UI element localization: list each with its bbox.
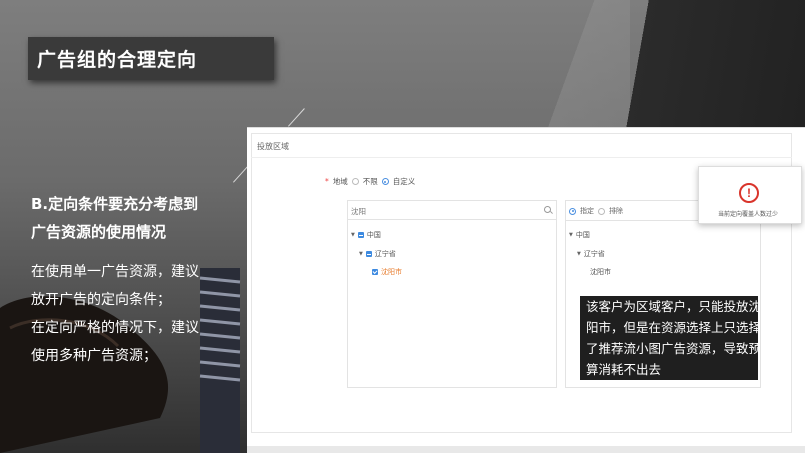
body-line: 在使用单一广告资源，建议 [31,264,199,280]
tree-label: 中国 [575,231,590,239]
radio-exclude[interactable] [598,207,605,215]
coverage-warning-popup: ! 当前定向覆盖人数过少 [698,166,802,224]
checkbox-partial[interactable] [365,251,372,257]
radio-custom[interactable] [381,178,389,185]
search-icon[interactable] [544,206,551,213]
background-dark-shape [604,0,805,130]
caret-down-icon[interactable]: ▼ [359,251,363,257]
radio-include-label: 指定 [580,207,594,215]
panel-header: 投放区域 [257,142,289,151]
tree-label: 沈阳市 [381,268,402,276]
slide-title-box: 广告组的合理定向 [28,37,274,80]
radio-custom-label: 自定义 [392,177,416,186]
tree-item-country[interactable]: ▼ 中国 [351,230,381,240]
caret-down-icon[interactable]: ▼ [569,232,573,238]
body-line: 在定向严格的情况下，建议 [31,320,199,336]
radio-unlimited[interactable] [351,178,359,185]
callout-note: 该客户为区域客户，只能投放沈 阳市，但是在资源选择上只选择 了推荐流小图广告资源… [580,296,758,380]
checkbox-partial[interactable] [357,232,364,238]
slide-title: 广告组的合理定向 [37,49,198,71]
required-mark: * [325,177,329,186]
divider [251,157,792,158]
tree-label: 辽宁省 [374,250,396,258]
tree-item-province[interactable]: ▼ 辽宁省 [359,249,396,259]
radio-unlimited-label: 不限 [362,177,378,186]
tree-label: 中国 [366,231,381,239]
checkbox-checked[interactable] [372,269,378,275]
subhead: B.定向条件要充分考虑到 广告资源的使用情况 [31,190,198,246]
callout-line: 阳市，但是在资源选择上只选择 [586,320,758,335]
selected-province[interactable]: ▼ 辽宁省 [577,249,605,259]
body-line: 放开广告的定向条件； [31,292,171,308]
search-value: 沈阳 [351,207,366,216]
callout-line: 该客户为区域客户，只能投放沈 [586,299,758,314]
warning-text: 当前定向覆盖人数过少 [718,211,779,218]
caret-down-icon[interactable]: ▼ [351,232,355,238]
region-label: 地域 [332,177,348,186]
selected-country[interactable]: ▼ 中国 [569,230,590,240]
body-line: 使用多种广告资源； [31,348,157,364]
include-exclude-toggle: 指定 排除 [569,206,623,216]
region-row: * 地域 不限 自定义 [325,176,415,187]
body-text: 在使用单一广告资源，建议 放开广告的定向条件； 在定向严格的情况下，建议 使用多… [31,258,199,370]
subhead-line: 广告资源的使用情况 [31,223,167,241]
region-selector-left: 沈阳 ▼ 中国 ▼ 辽宁省 沈阳市 [347,200,557,388]
callout-line: 算消耗不出去 [586,362,662,377]
radio-exclude-label: 排除 [609,207,623,215]
selected-city[interactable]: 沈阳市 [590,267,611,277]
region-search-input[interactable]: 沈阳 [348,201,556,220]
exclamation-circle-icon: ! [739,183,759,203]
tree-label: 沈阳市 [590,268,611,276]
radio-include[interactable] [569,207,576,215]
tree-label: 辽宁省 [583,250,605,258]
callout-line: 了推荐流小图广告资源，导致预 [586,341,758,356]
subhead-line: B.定向条件要充分考虑到 [31,195,199,213]
caret-down-icon[interactable]: ▼ [577,251,581,257]
tree-item-city[interactable]: 沈阳市 [372,267,402,277]
bottom-strip [247,446,805,453]
